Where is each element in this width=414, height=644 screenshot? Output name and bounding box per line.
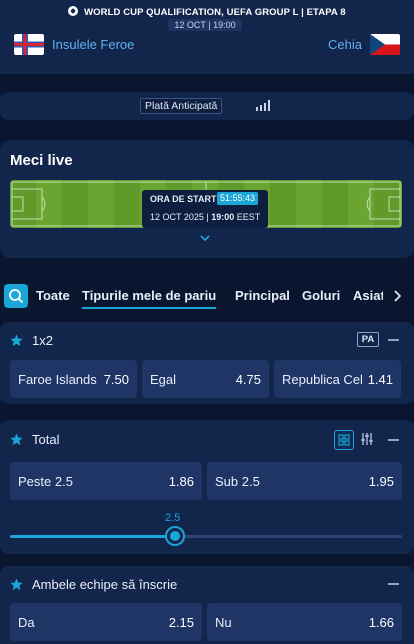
odd-label: Egal bbox=[150, 372, 177, 387]
odd-value: 1.86 bbox=[168, 474, 194, 489]
start-label: ORA DE START bbox=[150, 194, 217, 204]
bar-chart-icon[interactable] bbox=[256, 100, 270, 111]
odd-button-yes[interactable]: Da 2.15 bbox=[10, 603, 202, 641]
slider-handle[interactable] bbox=[167, 528, 183, 544]
grid-icon bbox=[338, 434, 350, 446]
search-icon bbox=[9, 289, 24, 304]
match-datetime: 12 OCT | 19:00 bbox=[168, 19, 242, 31]
star-icon[interactable] bbox=[10, 334, 23, 347]
away-team-name: Cehia bbox=[328, 37, 362, 52]
total-line-slider[interactable] bbox=[10, 535, 402, 538]
odd-value: 2.15 bbox=[168, 615, 194, 630]
tab-my-bet-types[interactable]: Tipurile mele de pariu bbox=[82, 288, 217, 309]
match-header: WORLD CUP QUALIFICATION, UEFA GROUP L | … bbox=[0, 0, 414, 74]
home-team[interactable]: Insulele Feroe bbox=[14, 34, 134, 55]
early-payout-bar: Plată Anticipată bbox=[0, 92, 414, 120]
market-tabs: Toate Tipurile mele de pariu Principal G… bbox=[0, 280, 414, 314]
start-date: 12 OCT 2025 | 19:00 EEST bbox=[150, 212, 261, 222]
market-title: Ambele echipe să înscrie bbox=[32, 577, 178, 592]
tab-all[interactable]: Toate bbox=[36, 288, 70, 303]
start-time-box: ORA DE START 51:55:43 12 OCT 2025 | 19:0… bbox=[142, 190, 268, 228]
odd-label: Da bbox=[18, 615, 35, 630]
odd-value: 1.66 bbox=[368, 615, 394, 630]
odd-button-no[interactable]: Nu 1.66 bbox=[207, 603, 402, 641]
odd-button-over[interactable]: Peste 2.5 1.86 bbox=[10, 462, 202, 500]
odd-label: Peste 2.5 bbox=[18, 474, 73, 489]
odd-button-draw[interactable]: Egal 4.75 bbox=[142, 360, 269, 398]
soccer-ball-icon bbox=[68, 6, 79, 16]
minus-icon[interactable] bbox=[388, 339, 399, 341]
market-title: 1x2 bbox=[32, 333, 53, 348]
odd-button-home[interactable]: Faroe Islands 7.50 bbox=[10, 360, 137, 398]
odd-value: 7.50 bbox=[103, 372, 129, 387]
tab-asian[interactable]: Asiat bbox=[353, 288, 383, 303]
market-title: Total bbox=[32, 432, 60, 447]
minus-icon[interactable] bbox=[388, 583, 399, 585]
market-1x2: 1x2 Faroe Islands 7.50 Egal 4.75 Republi… bbox=[0, 322, 414, 404]
chevron-right-icon[interactable] bbox=[392, 290, 402, 302]
odd-button-under[interactable]: Sub 2.5 1.95 bbox=[207, 462, 402, 500]
odd-label: Republica Cehă bbox=[282, 372, 362, 387]
czech-flag-icon bbox=[370, 34, 400, 55]
minus-icon[interactable] bbox=[388, 439, 399, 441]
chevron-down-icon[interactable] bbox=[199, 232, 211, 244]
odd-value: 1.95 bbox=[368, 474, 394, 489]
away-team[interactable]: Cehia bbox=[328, 34, 400, 55]
odd-label: Nu bbox=[215, 615, 232, 630]
live-match-section: Meci live ORA DE START 51:55:43 12 OCT 2… bbox=[0, 140, 414, 258]
star-icon[interactable] bbox=[10, 578, 23, 591]
slider-value: 2.5 bbox=[165, 512, 181, 524]
star-icon[interactable] bbox=[10, 433, 23, 446]
tab-goals[interactable]: Goluri bbox=[302, 288, 340, 303]
odd-label: Faroe Islands bbox=[18, 372, 97, 387]
odd-value: 4.75 bbox=[235, 372, 261, 387]
tab-main[interactable]: Principal bbox=[235, 288, 290, 303]
faroe-islands-flag-icon bbox=[14, 34, 44, 55]
grid-view-button[interactable] bbox=[334, 430, 354, 450]
search-button[interactable] bbox=[4, 284, 28, 308]
home-team-name: Insulele Feroe bbox=[52, 37, 135, 52]
sliders-icon[interactable] bbox=[360, 432, 374, 446]
countdown-badge: 51:55:43 bbox=[217, 192, 259, 205]
market-both-teams-to-score: Ambele echipe să înscrie Da 2.15 Nu 1.66 bbox=[0, 566, 414, 644]
live-title: Meci live bbox=[10, 152, 73, 169]
slider-fill bbox=[10, 535, 175, 538]
odd-label: Sub 2.5 bbox=[215, 474, 260, 489]
early-payout-badge[interactable]: Plată Anticipată bbox=[140, 98, 223, 114]
competition-label: WORLD CUP QUALIFICATION, UEFA GROUP L | … bbox=[84, 7, 346, 18]
odd-button-away[interactable]: Republica Cehă 1.41 bbox=[274, 360, 401, 398]
odd-value: 1.41 bbox=[367, 372, 393, 387]
pa-badge: PA bbox=[357, 332, 379, 347]
